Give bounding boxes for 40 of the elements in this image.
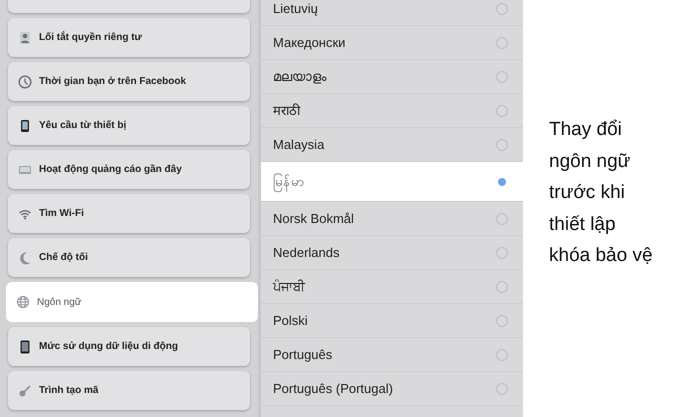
menu-item[interactable]: Ngôn ngữ bbox=[6, 282, 258, 322]
radio-button[interactable] bbox=[496, 2, 508, 14]
menu-item[interactable]: Lối tắt quyền riêng tư bbox=[8, 18, 250, 57]
radio-button[interactable] bbox=[496, 314, 508, 326]
language-option[interactable]: Lietuvių bbox=[261, 0, 523, 26]
menu-item[interactable]: Yêu cầu từ thiết bị bbox=[8, 106, 250, 145]
radio-button[interactable] bbox=[496, 36, 508, 48]
language-option[interactable]: Português (Portugal) bbox=[261, 372, 523, 406]
language-option[interactable]: Português bbox=[261, 338, 523, 372]
language-option[interactable]: Norsk Bokmål bbox=[261, 202, 523, 236]
radio-button[interactable] bbox=[496, 382, 508, 394]
language-option[interactable]: မြန်မာ bbox=[261, 162, 523, 202]
radio-button[interactable] bbox=[496, 104, 508, 116]
clock-icon bbox=[18, 74, 32, 88]
menu-item[interactable]: Hoạt động quảng cáo gần đây bbox=[8, 150, 250, 189]
language-option[interactable]: Nederlands bbox=[261, 236, 523, 270]
language-option[interactable]: മലയാളം bbox=[261, 60, 523, 94]
globe-icon bbox=[16, 295, 30, 309]
radio-button[interactable] bbox=[496, 348, 508, 360]
caption-text: Thay đổi ngôn ngữ trước khi thiết lập khóa bảo vệ bbox=[549, 118, 654, 268]
radio-button[interactable] bbox=[496, 246, 508, 258]
menu-item[interactable]: Chế độ tối bbox=[8, 238, 250, 277]
radio-button[interactable] bbox=[496, 212, 508, 224]
key-icon bbox=[18, 384, 32, 398]
radio-button[interactable] bbox=[496, 138, 508, 150]
language-option[interactable]: मराठी bbox=[261, 94, 523, 128]
menu-item[interactable]: Tìm Wi-Fi bbox=[8, 194, 250, 233]
phone-icon bbox=[18, 118, 32, 132]
menu-item[interactable]: Thời gian bạn ở trên Facebook bbox=[8, 62, 250, 101]
radio-button[interactable] bbox=[496, 280, 508, 292]
language-option[interactable]: Polski bbox=[261, 304, 523, 338]
menu-item[interactable]: Trình tạo mã bbox=[8, 371, 250, 410]
person-icon bbox=[18, 30, 32, 44]
radio-button[interactable] bbox=[498, 178, 506, 186]
radio-button[interactable] bbox=[496, 70, 508, 82]
language-option[interactable]: Македонски bbox=[261, 26, 523, 60]
moon-icon bbox=[18, 250, 32, 264]
tablet-icon bbox=[18, 340, 32, 354]
language-option[interactable]: ਪੰਜਾਬੀ bbox=[261, 270, 523, 304]
menu-item[interactable]: Mức sử dụng dữ liệu di động bbox=[8, 327, 250, 366]
